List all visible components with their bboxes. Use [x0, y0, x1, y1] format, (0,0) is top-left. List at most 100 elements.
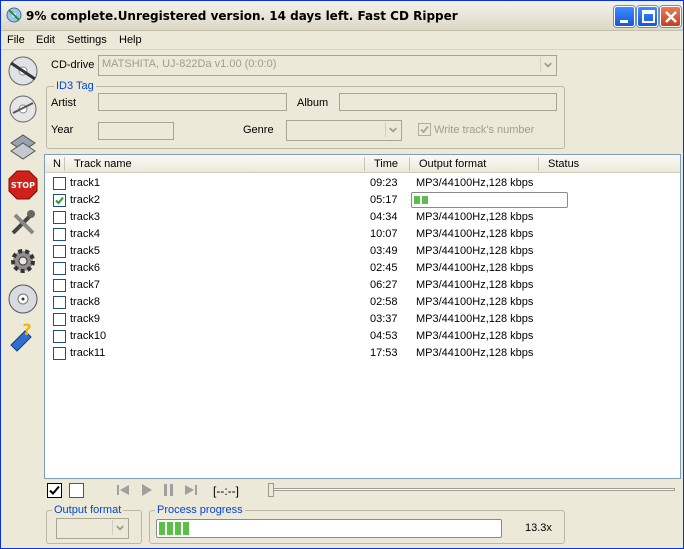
- close-button[interactable]: [660, 6, 681, 27]
- stop-icon[interactable]: STOP: [5, 167, 41, 203]
- table-row[interactable]: track11 17:53 MP3/44100Hz,128 kbps: [45, 345, 680, 362]
- tools-icon[interactable]: [5, 205, 41, 241]
- table-row[interactable]: track2 05:17: [45, 192, 680, 209]
- col-status[interactable]: Status: [548, 158, 579, 170]
- track-checkbox[interactable]: [53, 177, 66, 190]
- next-track-icon[interactable]: [184, 483, 198, 497]
- rip-cd-icon[interactable]: [5, 53, 41, 89]
- seek-slider-thumb[interactable]: [268, 483, 274, 497]
- progress-block: [422, 196, 428, 204]
- menu-edit[interactable]: Edit: [36, 34, 55, 46]
- menu-file[interactable]: File: [7, 34, 25, 46]
- seek-slider-track[interactable]: [269, 488, 675, 491]
- table-row[interactable]: track6 02:45 MP3/44100Hz,128 kbps: [45, 260, 680, 277]
- maximize-button[interactable]: [637, 6, 658, 27]
- track-name: track9: [70, 313, 100, 325]
- track-format: MP3/44100Hz,128 kbps: [416, 279, 534, 291]
- track-checkbox[interactable]: [53, 279, 66, 292]
- menu-settings[interactable]: Settings: [67, 34, 107, 46]
- col-track-name[interactable]: Track name: [74, 158, 132, 170]
- checkmark-icon: [55, 196, 64, 205]
- track-checkbox[interactable]: [53, 296, 66, 309]
- track-format: MP3/44100Hz,128 kbps: [416, 313, 534, 325]
- track-checkbox[interactable]: [53, 194, 66, 207]
- genre-select[interactable]: [286, 120, 402, 141]
- year-field[interactable]: [98, 122, 174, 140]
- title-bar[interactable]: 9% complete.Unregistered version. 14 day…: [1, 1, 683, 31]
- menu-help[interactable]: Help: [119, 34, 142, 46]
- minimize-icon: [620, 20, 628, 23]
- track-time: 05:17: [370, 194, 398, 206]
- album-field[interactable]: [339, 93, 557, 111]
- track-checkbox[interactable]: [53, 228, 66, 241]
- progress-block: [183, 522, 189, 535]
- track-format: MP3/44100Hz,128 kbps: [416, 330, 534, 342]
- previous-track-icon[interactable]: [116, 483, 130, 497]
- settings-gear-icon[interactable]: [5, 243, 41, 279]
- artist-field[interactable]: [98, 93, 287, 111]
- table-row[interactable]: track3 04:34 MP3/44100Hz,128 kbps: [45, 209, 680, 226]
- cd-info-icon[interactable]: [5, 281, 41, 317]
- chevron-down-icon: [540, 57, 552, 72]
- play-icon[interactable]: [140, 483, 154, 497]
- track-checkbox[interactable]: [53, 262, 66, 275]
- list-header: N Track name Time Output format Status: [45, 155, 680, 173]
- track-checkbox[interactable]: [53, 330, 66, 343]
- track-name: track5: [70, 245, 100, 257]
- table-row[interactable]: track9 03:37 MP3/44100Hz,128 kbps: [45, 311, 680, 328]
- track-name: track11: [70, 347, 106, 359]
- track-name: track3: [70, 211, 100, 223]
- write-track-checkbox[interactable]: [418, 123, 431, 136]
- close-icon: [665, 11, 677, 23]
- pause-icon[interactable]: [162, 483, 176, 497]
- help-icon[interactable]: ?: [5, 319, 41, 355]
- chevron-down-icon: [112, 520, 124, 535]
- year-label: Year: [51, 124, 74, 136]
- cd-drive-select[interactable]: MATSHITA, UJ-822Da v1.00 (0:0:0): [98, 55, 557, 76]
- minimize-button[interactable]: [614, 6, 635, 27]
- track-time: 06:27: [370, 279, 398, 291]
- progress-block: [175, 522, 181, 535]
- track-format: MP3/44100Hz,128 kbps: [416, 347, 534, 359]
- track-checkbox[interactable]: [53, 347, 66, 360]
- track-time: 17:53: [370, 347, 398, 359]
- track-checkbox[interactable]: [53, 211, 66, 224]
- track-checkbox[interactable]: [53, 313, 66, 326]
- check-all-button[interactable]: [47, 483, 62, 498]
- process-progress-bar: [156, 519, 502, 538]
- col-time[interactable]: Time: [374, 158, 398, 170]
- track-time: 10:07: [370, 228, 398, 240]
- track-name: track6: [70, 262, 100, 274]
- table-row[interactable]: track4 10:07 MP3/44100Hz,128 kbps: [45, 226, 680, 243]
- eject-icon[interactable]: [5, 91, 41, 127]
- app-icon: [6, 7, 22, 23]
- track-time: 03:37: [370, 313, 398, 325]
- player-controls: [--:--]: [44, 480, 681, 502]
- rip-speed: 13.3x: [525, 522, 552, 534]
- network-icon[interactable]: [5, 129, 41, 165]
- write-track-label: Write track's number: [434, 124, 535, 136]
- output-format-select[interactable]: [56, 518, 129, 539]
- artist-label: Artist: [51, 97, 77, 109]
- track-format: MP3/44100Hz,128 kbps: [416, 211, 534, 223]
- window-title: 9% complete.Unregistered version. 14 day…: [26, 9, 458, 23]
- time-display: [--:--]: [213, 484, 239, 498]
- track-name: track4: [70, 228, 100, 240]
- track-name: track7: [70, 279, 100, 291]
- col-number[interactable]: N: [53, 158, 61, 170]
- table-row[interactable]: track7 06:27 MP3/44100Hz,128 kbps: [45, 277, 680, 294]
- chevron-down-icon: [385, 122, 397, 137]
- track-time: 09:23: [370, 177, 398, 189]
- track-format: MP3/44100Hz,128 kbps: [416, 296, 534, 308]
- table-row[interactable]: track1 09:23 MP3/44100Hz,128 kbps: [45, 175, 680, 192]
- progress-block: [167, 522, 173, 535]
- table-row[interactable]: track5 03:49 MP3/44100Hz,128 kbps: [45, 243, 680, 260]
- genre-label: Genre: [243, 124, 274, 136]
- uncheck-all-button[interactable]: [69, 483, 84, 498]
- track-checkbox[interactable]: [53, 245, 66, 258]
- track-progress-bar: [411, 192, 568, 208]
- table-row[interactable]: track8 02:58 MP3/44100Hz,128 kbps: [45, 294, 680, 311]
- col-output-format[interactable]: Output format: [419, 158, 486, 170]
- track-name: track1: [70, 177, 100, 189]
- table-row[interactable]: track10 04:53 MP3/44100Hz,128 kbps: [45, 328, 680, 345]
